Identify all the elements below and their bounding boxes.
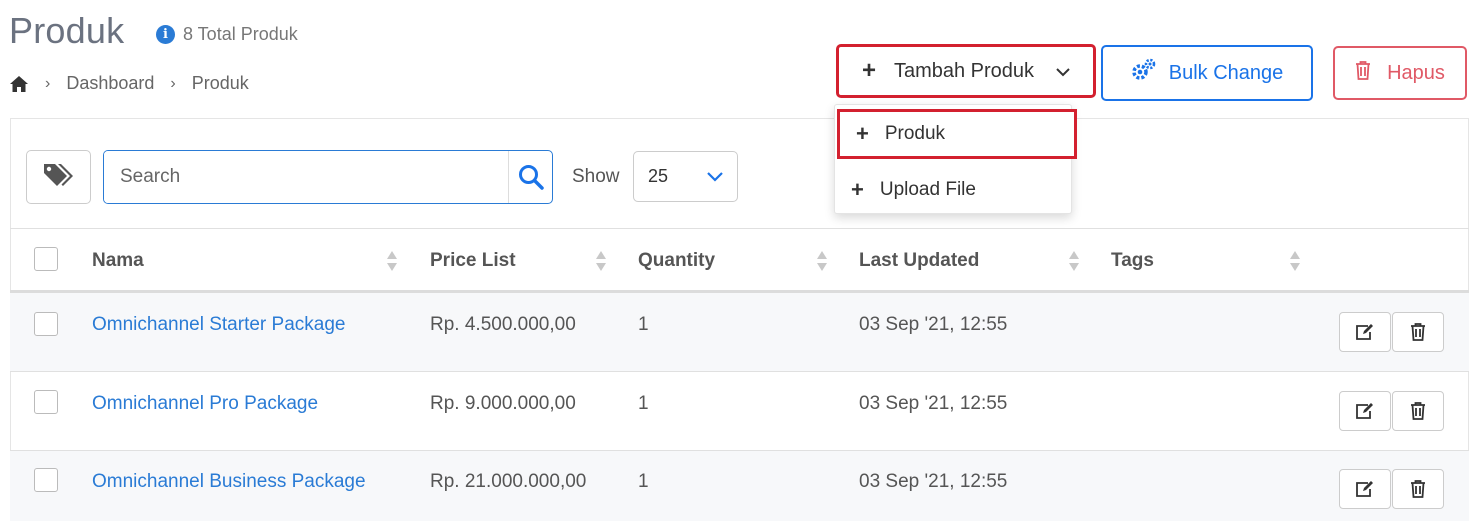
- edit-button[interactable]: [1339, 312, 1391, 352]
- edit-icon: [1356, 324, 1373, 340]
- bulk-change-button[interactable]: Bulk Change: [1101, 45, 1313, 101]
- info-icon: i: [156, 25, 175, 44]
- row-checkbox[interactable]: [34, 390, 58, 414]
- price-cell: Rp. 4.500.000,00: [430, 314, 576, 335]
- tambah-produk-dropdown: + Produk + Upload File: [834, 104, 1077, 215]
- edit-button[interactable]: [1339, 469, 1391, 509]
- last-updated-cell: 03 Sep '21, 12:55: [859, 471, 1008, 492]
- last-updated-cell: 03 Sep '21, 12:55: [859, 393, 1008, 414]
- column-header-price-list[interactable]: Price List: [430, 250, 516, 272]
- hapus-button[interactable]: Hapus: [1333, 46, 1467, 100]
- row-checkbox[interactable]: [34, 312, 58, 336]
- edit-icon: [1356, 403, 1373, 419]
- dropdown-item-produk[interactable]: + Produk: [837, 109, 1077, 159]
- edit-button[interactable]: [1339, 391, 1391, 431]
- gears-icon: [1131, 58, 1157, 88]
- bulk-change-label: Bulk Change: [1168, 61, 1284, 84]
- delete-button[interactable]: [1392, 391, 1444, 431]
- tambah-produk-button[interactable]: + Tambah Produk: [836, 44, 1096, 98]
- show-label: Show: [572, 166, 620, 187]
- row-divider: [10, 371, 1469, 372]
- table-top-border: [10, 228, 1469, 229]
- column-header-tags[interactable]: Tags: [1111, 250, 1154, 272]
- tags-icon: [42, 162, 76, 193]
- breadcrumb: › Dashboard › Produk: [9, 73, 249, 94]
- column-header-last-updated[interactable]: Last Updated: [859, 250, 979, 272]
- product-name-link[interactable]: Omnichannel Starter Package: [92, 314, 345, 336]
- edit-icon: [1356, 481, 1373, 497]
- trash-icon: [1355, 60, 1371, 86]
- dropdown-item-label: Produk: [884, 123, 946, 144]
- sort-icon[interactable]: [595, 250, 607, 272]
- chevron-right-icon: ›: [170, 74, 176, 92]
- dropdown-item-upload-file[interactable]: + Upload File: [835, 165, 1073, 215]
- delete-button[interactable]: [1392, 469, 1444, 509]
- breadcrumb-dashboard[interactable]: Dashboard: [66, 73, 154, 94]
- sort-icon[interactable]: [816, 250, 828, 272]
- tambah-produk-label: Tambah Produk: [893, 59, 1035, 82]
- hapus-label: Hapus: [1387, 61, 1445, 84]
- sort-icon[interactable]: [1289, 250, 1301, 272]
- search-box: [103, 150, 553, 204]
- column-header-nama[interactable]: Nama: [92, 250, 144, 272]
- tags-filter-button[interactable]: [26, 150, 91, 204]
- quantity-cell: 1: [638, 393, 649, 414]
- trash-icon: [1411, 323, 1425, 341]
- sort-icon[interactable]: [386, 250, 398, 272]
- search-button[interactable]: [508, 151, 552, 203]
- total-count-text: 8 Total Produk: [183, 24, 298, 44]
- show-select[interactable]: 25: [633, 151, 738, 202]
- price-cell: Rp. 21.000.000,00: [430, 471, 587, 492]
- chevron-down-icon: [707, 166, 723, 187]
- total-count: i 8 Total Produk: [156, 24, 298, 45]
- plus-icon: +: [861, 57, 876, 84]
- row-checkbox[interactable]: [34, 468, 58, 492]
- sort-icon[interactable]: [1068, 250, 1080, 272]
- dropdown-item-label: Upload File: [879, 179, 976, 200]
- chevron-down-icon: [1056, 60, 1070, 83]
- plus-icon: +: [856, 121, 869, 146]
- home-icon[interactable]: [9, 75, 29, 93]
- chevron-right-icon: ›: [45, 74, 51, 92]
- column-header-quantity[interactable]: Quantity: [638, 250, 715, 272]
- last-updated-cell: 03 Sep '21, 12:55: [859, 314, 1008, 335]
- trash-icon: [1411, 480, 1425, 498]
- breadcrumb-produk: Produk: [191, 73, 249, 93]
- product-name-link[interactable]: Omnichannel Business Package: [92, 471, 366, 493]
- delete-button[interactable]: [1392, 312, 1444, 352]
- quantity-cell: 1: [638, 314, 649, 335]
- price-cell: Rp. 9.000.000,00: [430, 393, 576, 414]
- show-value: 25: [648, 166, 669, 186]
- plus-icon: +: [851, 177, 864, 202]
- page-title: Produk: [9, 10, 125, 51]
- product-name-link[interactable]: Omnichannel Pro Package: [92, 393, 318, 415]
- quantity-cell: 1: [638, 471, 649, 492]
- trash-icon: [1411, 402, 1425, 420]
- select-all-checkbox[interactable]: [34, 247, 58, 271]
- search-input[interactable]: [104, 151, 508, 203]
- search-icon: [518, 165, 544, 190]
